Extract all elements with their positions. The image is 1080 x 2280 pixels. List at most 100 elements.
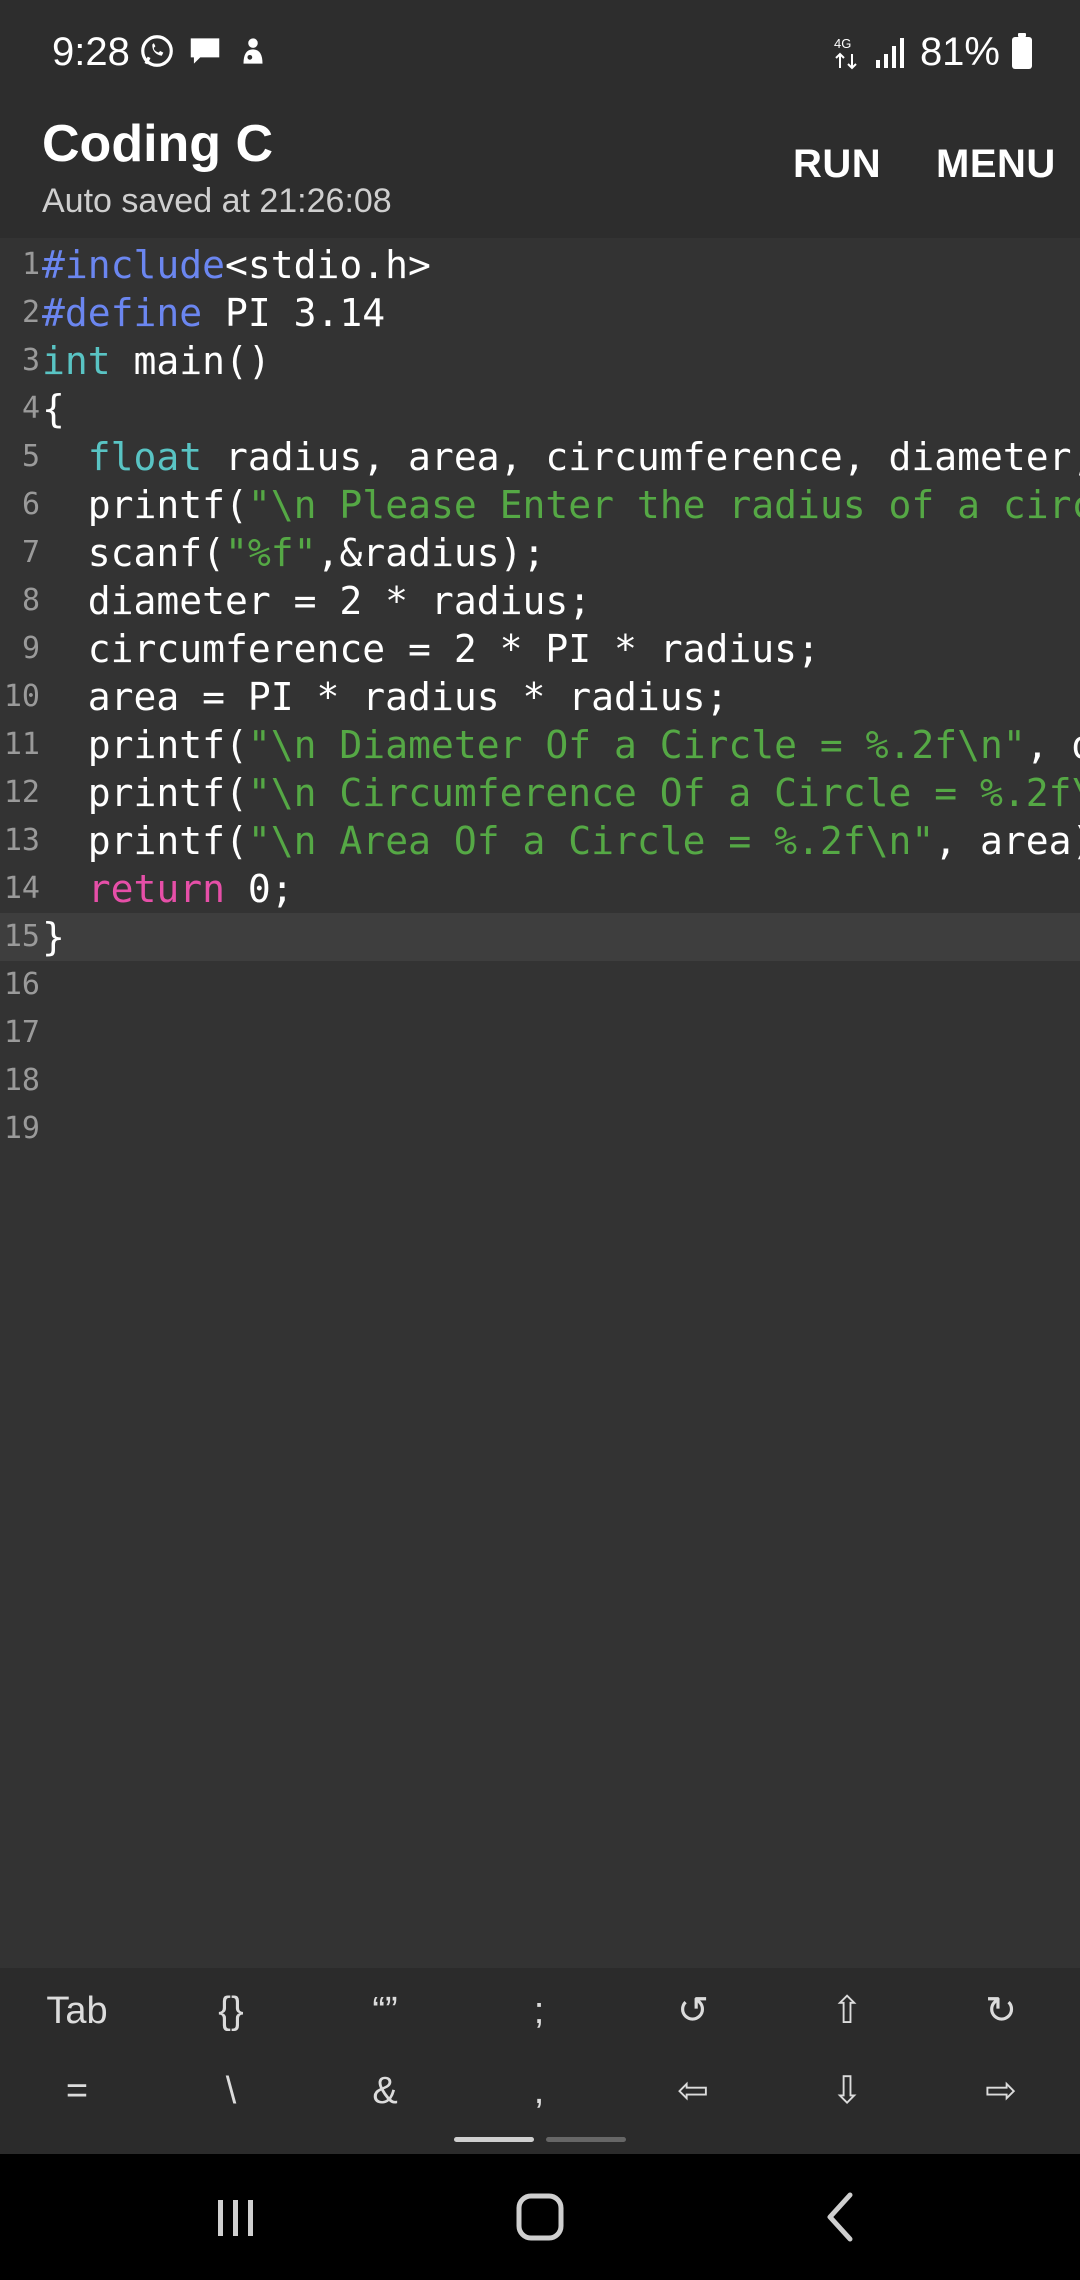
code-text: area = PI * radius * radius;: [42, 673, 729, 721]
code-line[interactable]: 18: [0, 1057, 1080, 1105]
code-line[interactable]: 7 scanf("%f",&radius);: [0, 529, 1080, 577]
code-line[interactable]: 3 int main(): [0, 337, 1080, 385]
code-text: printf("\n Please Enter the radius of a …: [42, 481, 1080, 529]
line-number: 15: [3, 919, 40, 954]
run-button[interactable]: RUN: [793, 142, 881, 187]
key-quotes[interactable]: “”: [308, 1972, 462, 2050]
key-semicolon[interactable]: ;: [462, 1972, 616, 2050]
code-text: {: [42, 385, 65, 433]
line-number: 9: [21, 631, 40, 666]
code-token: printf(: [87, 483, 248, 527]
line-number: 10: [3, 679, 40, 714]
key-undo[interactable]: ↺: [616, 1972, 770, 2050]
key-braces[interactable]: {}: [154, 1972, 308, 2050]
code-line[interactable]: 10 area = PI * radius * radius;: [0, 673, 1080, 721]
code-line[interactable]: 11 printf("\n Diameter Of a Circle = %.2…: [0, 721, 1080, 769]
page-indicator-inactive: [546, 2137, 626, 2142]
code-token: printf(: [87, 771, 248, 815]
line-number: 16: [3, 967, 40, 1002]
key-ampersand[interactable]: &: [308, 2052, 462, 2130]
code-text: return 0;: [42, 865, 294, 913]
key-redo[interactable]: ↻: [924, 1972, 1078, 2050]
code-line[interactable]: 4{: [0, 385, 1080, 433]
status-time: 9:28: [52, 30, 130, 74]
code-token: "%f": [225, 531, 317, 575]
recents-icon: [218, 2200, 253, 2236]
code-line[interactable]: 17: [0, 1009, 1080, 1057]
code-token: , diameter);: [1025, 723, 1080, 767]
key-comma[interactable]: ,: [462, 2052, 616, 2130]
line-number: 17: [3, 1015, 40, 1050]
key-equals[interactable]: =: [0, 2052, 154, 2130]
code-line[interactable]: 15}: [0, 913, 1080, 961]
code-token: PI 3.14: [202, 291, 386, 335]
code-line[interactable]: 13 printf("\n Area Of a Circle = %.2f\n"…: [0, 817, 1080, 865]
line-number: 8: [21, 583, 40, 618]
line-number: 19: [3, 1111, 40, 1146]
battery-icon: [1012, 32, 1032, 69]
code-token: "\n Diameter Of a Circle = %.2f\n": [247, 723, 1026, 767]
extra-keys-bar: Tab{} “”; ↺ ⇧ ↻ = \ &, ⇦ ⇩ ⇨: [0, 1968, 1080, 2154]
code-line[interactable]: 19: [0, 1105, 1080, 1153]
code-token: "\n Area Of a Circle = %.2f\n": [247, 819, 935, 863]
code-line[interactable]: 5 float radius, area, circumference, dia…: [0, 433, 1080, 481]
line-number: 12: [3, 775, 40, 810]
line-number: 11: [3, 727, 40, 762]
line-number: 4: [21, 391, 40, 426]
back-button[interactable]: [762, 2154, 922, 2280]
code-text: scanf("%f",&radius);: [42, 529, 546, 577]
code-line[interactable]: 16: [0, 961, 1080, 1009]
home-button[interactable]: [460, 2154, 620, 2280]
line-number: 5: [21, 439, 40, 474]
code-line[interactable]: 8 diameter = 2 * radius;: [0, 577, 1080, 625]
line-number: 13: [3, 823, 40, 858]
code-token: float: [87, 435, 203, 479]
key-down[interactable]: ⇩: [770, 2052, 924, 2130]
page-indicator-active: [454, 2137, 534, 2142]
code-token: "\n Please Enter the radius of a circle …: [247, 483, 1080, 527]
code-editor[interactable]: 1 #include<stdio.h> 2 #define PI 3.14 3 int m…: [0, 238, 1080, 1968]
code-text: printf("\n Diameter Of a Circle = %.2f\n…: [42, 721, 1080, 769]
signal-icon: [875, 37, 904, 68]
home-icon: [516, 2193, 564, 2241]
key-up[interactable]: ⇧: [770, 1972, 924, 2050]
line-number: 14: [3, 871, 40, 906]
code-token: #include: [42, 243, 226, 287]
code-text: }: [42, 913, 65, 961]
code-line[interactable]: 12 printf("\n Circumference Of a Circle …: [0, 769, 1080, 817]
code-text: float radius, area, circumference, diame…: [42, 433, 1080, 481]
app-toolbar: Coding C Auto saved at 21:26:08 RUN MENU: [0, 110, 1080, 238]
code-text: #define PI 3.14: [42, 289, 385, 337]
menu-button[interactable]: MENU: [936, 142, 1056, 187]
code-token: return: [87, 867, 226, 911]
code-text: printf("\n Area Of a Circle = %.2f\n", a…: [42, 817, 1080, 865]
code-line[interactable]: 9 circumference = 2 * PI * radius;: [0, 625, 1080, 673]
key-left[interactable]: ⇦: [616, 2052, 770, 2130]
key-right[interactable]: ⇨: [924, 2052, 1078, 2130]
key-backslash[interactable]: \: [154, 2052, 308, 2130]
battery-percent: 81%: [919, 30, 1000, 74]
code-token: 0;: [225, 867, 294, 911]
code-line[interactable]: 1 #include<stdio.h>: [0, 241, 1080, 289]
key-tab[interactable]: Tab: [0, 1972, 154, 2050]
code-token: radius, area, circumference, diameter;: [202, 435, 1080, 479]
code-line[interactable]: 6 printf("\n Please Enter the radius of …: [0, 481, 1080, 529]
code-line[interactable]: 14 return 0;: [0, 865, 1080, 913]
line-number: 2: [21, 295, 40, 330]
code-token: , area);: [934, 819, 1080, 863]
code-token: printf(: [87, 819, 248, 863]
whatsapp-icon: [141, 35, 173, 67]
message-icon: [190, 38, 220, 64]
code-token: {: [42, 387, 65, 431]
recents-button[interactable]: [156, 2154, 316, 2280]
code-line[interactable]: 2 #define PI 3.14: [0, 289, 1080, 337]
code-token: #define: [42, 291, 203, 335]
line-number: 6: [21, 487, 40, 522]
